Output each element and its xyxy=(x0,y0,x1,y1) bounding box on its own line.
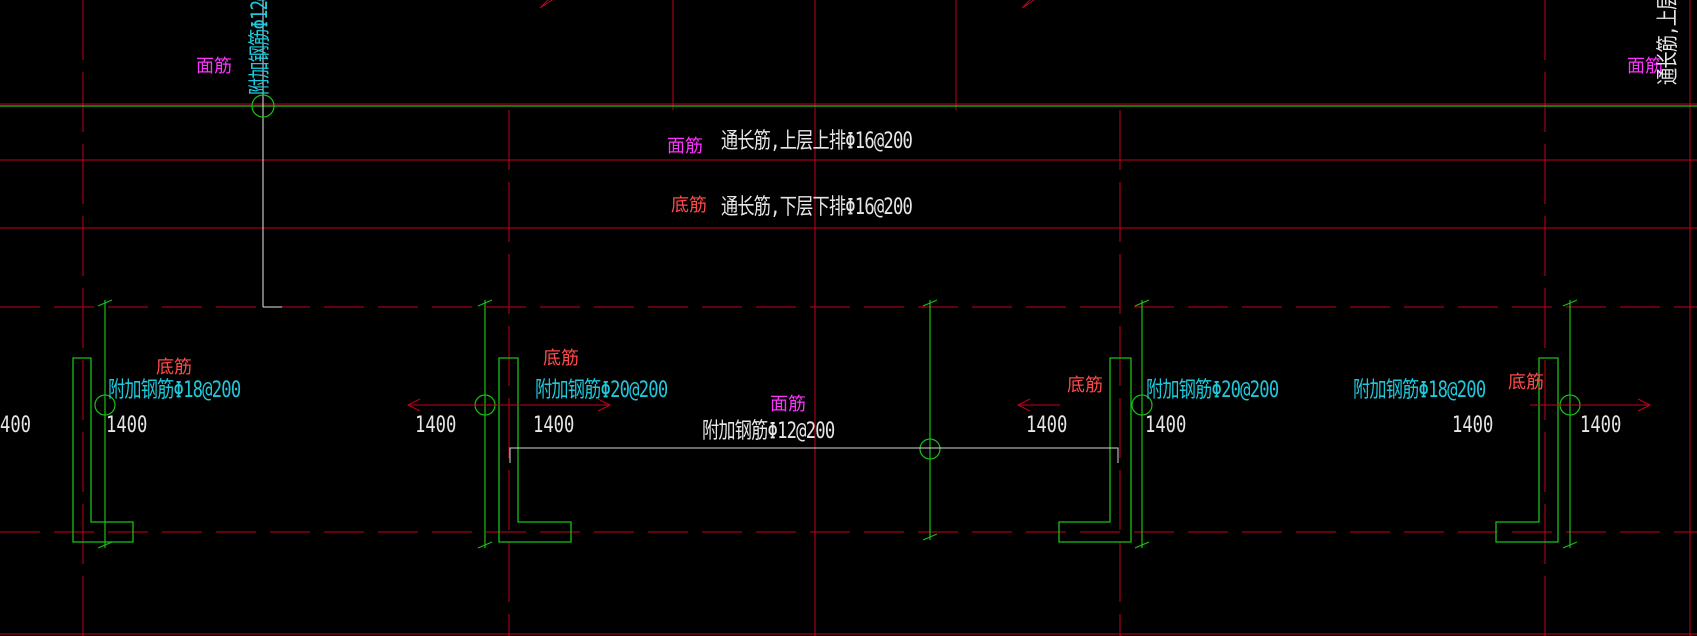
dimension-value: 1400 xyxy=(415,413,457,438)
label-bottom-face: 底筋 xyxy=(543,348,579,369)
cad-drawing-viewport[interactable]: 面筋 面筋 附加钢筋Φ12@ 通长筋,上层上 面筋 通长筋,上层上排Φ16@20… xyxy=(0,0,1697,636)
rebar-markers xyxy=(94,394,1581,460)
dimension-value: 1400 xyxy=(1452,413,1494,438)
arrow-mark xyxy=(539,0,553,9)
label-top-face: 面筋 xyxy=(667,136,703,157)
label-vertical-through-bar: 通长筋,上层上 xyxy=(1656,0,1681,85)
label-through-bottom-bar: 通长筋,下层下排Φ16@200 xyxy=(721,195,913,220)
label-top-face: 面筋 xyxy=(770,394,806,415)
label-add-bar-20: 附加钢筋Φ20@200 xyxy=(535,378,668,403)
label-bottom-face: 底筋 xyxy=(1067,375,1103,396)
label-bottom-face: 底筋 xyxy=(671,195,707,216)
label-top-face: 面筋 xyxy=(196,56,232,77)
drawing-canvas[interactable] xyxy=(0,0,1697,636)
arrow-mark xyxy=(1021,0,1035,9)
grid-lines-vertical xyxy=(82,0,1691,636)
label-add-bar-20: 附加钢筋Φ20@200 xyxy=(1146,378,1279,403)
label-add-bar-18: 附加钢筋Φ18@200 xyxy=(1353,378,1486,403)
rebar-extent-lines xyxy=(97,299,1578,549)
dimension-value: 1400 xyxy=(106,413,148,438)
label-bottom-face: 底筋 xyxy=(156,357,192,378)
label-bottom-face: 底筋 xyxy=(1508,372,1544,393)
dimension-value: 1400 xyxy=(1145,413,1187,438)
label-add-bar-12: 附加钢筋Φ12@200 xyxy=(702,419,835,444)
label-vertical-add-bar: 附加钢筋Φ12@ xyxy=(248,0,273,95)
label-through-top-bar: 通长筋,上层上排Φ16@200 xyxy=(721,129,913,154)
dimension-value: 1400 xyxy=(533,413,575,438)
dimension-value: 1400 xyxy=(1580,413,1622,438)
grid-lines-horizontal xyxy=(0,103,1697,635)
dimension-value: 400 xyxy=(0,413,32,438)
bar-range-bracket xyxy=(509,447,1119,463)
dimension-value: 1400 xyxy=(1026,413,1068,438)
label-add-bar-18: 附加钢筋Φ18@200 xyxy=(108,378,241,403)
